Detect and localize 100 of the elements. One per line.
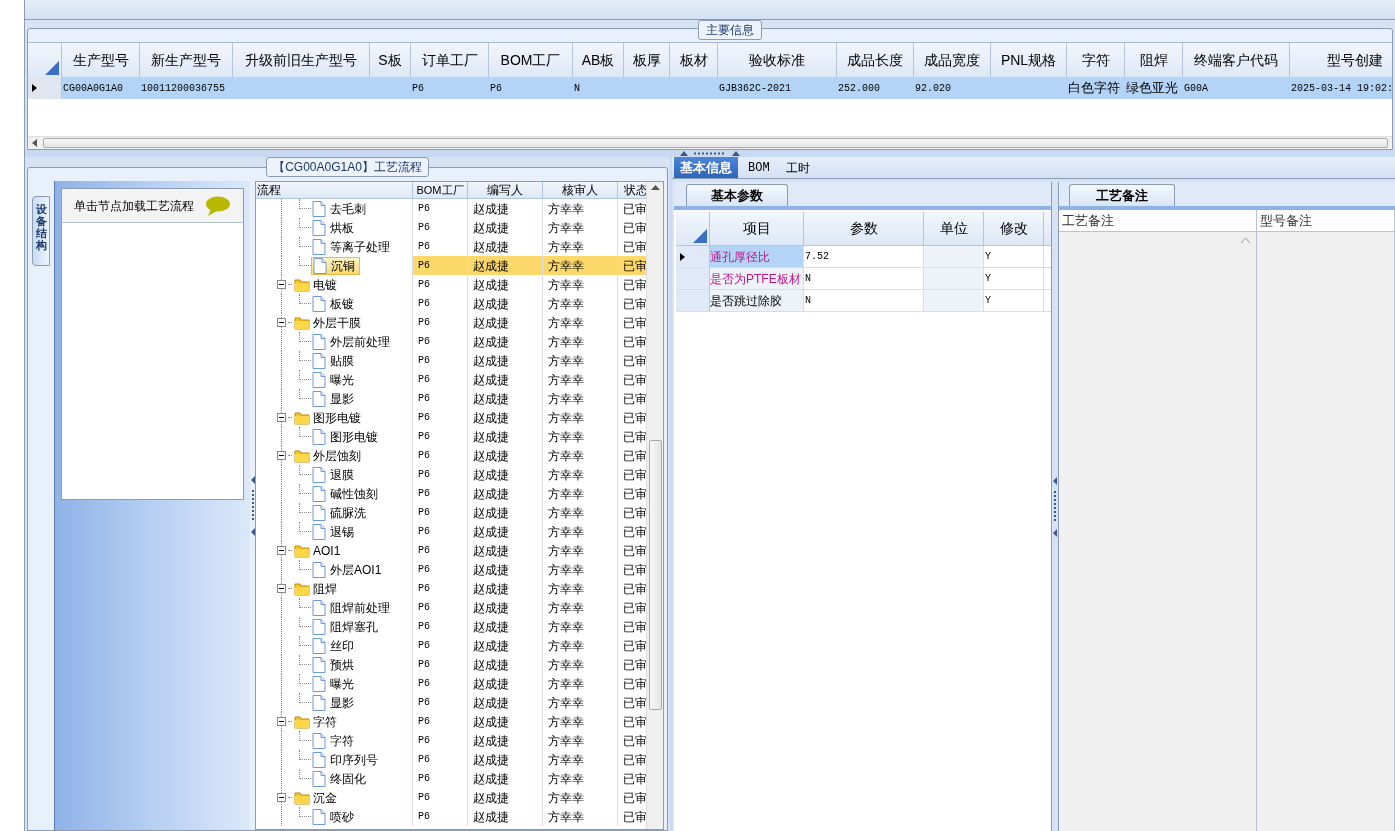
- column-header[interactable]: S板: [378, 49, 402, 71]
- tree-node[interactable]: 字符: [294, 712, 341, 731]
- tree-node[interactable]: 硫脲洗: [311, 503, 370, 522]
- collapse-icon[interactable]: [277, 584, 286, 593]
- document-icon: [313, 257, 327, 274]
- tree-node[interactable]: 外层蚀刻: [294, 446, 365, 465]
- table-cell: P6: [413, 598, 468, 617]
- tree-node[interactable]: 阻焊塞孔: [311, 617, 382, 636]
- tree-node[interactable]: 阻焊: [294, 579, 341, 598]
- tree-node[interactable]: 丝印: [311, 636, 358, 655]
- table-cell: 方幸幸: [543, 427, 618, 446]
- collapse-icon[interactable]: [277, 793, 286, 802]
- column-header[interactable]: 验收标准: [749, 49, 805, 71]
- column-header[interactable]: 核审人: [562, 182, 598, 199]
- tree-node[interactable]: 图形电镀: [294, 408, 365, 427]
- scroll-up-icon[interactable]: [650, 185, 660, 190]
- tree-node[interactable]: 图形电镀: [311, 427, 382, 446]
- tree-node[interactable]: 电镀: [294, 275, 341, 294]
- column-header[interactable]: AB板: [581, 49, 615, 71]
- tree-node[interactable]: 外层干膜: [294, 313, 365, 332]
- table-cell: 方幸幸: [543, 750, 618, 769]
- tree-node[interactable]: 曝光: [311, 370, 358, 389]
- column-header[interactable]: 参数: [849, 218, 878, 239]
- table-cell-text: N: [574, 81, 580, 96]
- column-header[interactable]: PNL规格: [1000, 49, 1057, 71]
- horizontal-scrollbar[interactable]: [28, 136, 1392, 149]
- column-header[interactable]: 成品宽度: [924, 49, 980, 71]
- document-icon: [312, 561, 326, 578]
- tree-node[interactable]: 碱性蚀刻: [311, 484, 382, 503]
- collapse-icon[interactable]: [277, 451, 286, 460]
- tab[interactable]: 基本参数: [686, 184, 788, 206]
- column-header[interactable]: BOM工厂: [500, 49, 561, 71]
- tree-node[interactable]: 板镀: [311, 294, 358, 313]
- tree-node[interactable]: 退锡: [311, 522, 358, 541]
- column-header[interactable]: 阻焊: [1139, 49, 1168, 71]
- folder-icon: [294, 448, 310, 463]
- table-cell: 方幸幸: [543, 313, 618, 332]
- collapse-icon[interactable]: [277, 413, 286, 422]
- column-header[interactable]: 修改: [999, 218, 1028, 239]
- tree-node[interactable]: 字符: [311, 731, 358, 750]
- table-cell: 方幸幸: [543, 199, 618, 218]
- column-header[interactable]: 新生产型号: [151, 49, 221, 71]
- column-header[interactable]: 订单工厂: [421, 49, 478, 71]
- splitter-grip-icon[interactable]: [250, 475, 255, 536]
- table-cell: P6: [413, 655, 468, 674]
- column-header[interactable]: 成品长度: [847, 49, 903, 71]
- tree-node[interactable]: 显影: [311, 693, 358, 712]
- folder-icon: [294, 315, 310, 330]
- table-cell: P6: [413, 674, 468, 693]
- column-header[interactable]: BOM工厂: [416, 182, 464, 199]
- scroll-left-icon[interactable]: [32, 139, 37, 147]
- splitter-grip-icon[interactable]: [680, 151, 740, 156]
- tab[interactable]: BOM: [742, 157, 776, 178]
- column-header[interactable]: 生产型号: [72, 49, 129, 71]
- tree-node[interactable]: 印序列号: [311, 750, 382, 769]
- column-header[interactable]: 单位: [939, 218, 968, 239]
- column-header[interactable]: 板材: [679, 49, 708, 71]
- tree-node[interactable]: 烘板: [311, 218, 358, 237]
- column-header[interactable]: 型号创建: [1326, 49, 1383, 71]
- collapse-icon[interactable]: [277, 717, 286, 726]
- tree-node[interactable]: 外层AOI1: [311, 560, 386, 579]
- collapse-icon[interactable]: [277, 280, 286, 289]
- tree-node[interactable]: 喷砂: [311, 807, 358, 826]
- table-cell: P6: [413, 427, 468, 446]
- tree-node[interactable]: 去毛刺: [311, 199, 370, 218]
- tree-node[interactable]: 沉铜: [311, 256, 360, 275]
- splitter-grip-icon[interactable]: [1053, 476, 1057, 537]
- row-header[interactable]: [28, 77, 62, 99]
- tree-node[interactable]: 预烘: [311, 655, 358, 674]
- column-header[interactable]: 板厚: [632, 49, 661, 71]
- table-cell: P6: [413, 370, 468, 389]
- tree-node[interactable]: 外层前处理: [311, 332, 394, 351]
- tree-node[interactable]: 退膜: [311, 465, 358, 484]
- column-header[interactable]: 编写人: [487, 182, 523, 199]
- table-cell: 方幸幸: [543, 712, 618, 731]
- tree-node[interactable]: 曝光: [311, 674, 358, 693]
- tree-node[interactable]: 阻焊前处理: [311, 598, 394, 617]
- column-header[interactable]: 项目: [742, 218, 771, 239]
- tree-node[interactable]: 等离子处理: [311, 237, 394, 256]
- table-cell: P6: [413, 256, 468, 275]
- column-header[interactable]: 流程: [257, 182, 281, 199]
- tree-node[interactable]: 终固化: [311, 769, 370, 788]
- scrollbar-thumb[interactable]: [43, 138, 1388, 148]
- vertical-scrollbar[interactable]: [646, 182, 663, 829]
- column-header[interactable]: 终端客户代码: [1194, 49, 1278, 71]
- column-header[interactable]: 升级前旧生产型号: [245, 49, 357, 71]
- collapse-icon[interactable]: [277, 318, 286, 327]
- tab[interactable]: 工时: [779, 157, 816, 178]
- tree-node[interactable]: AOI1: [294, 541, 345, 560]
- tab[interactable]: 工艺备注: [1069, 184, 1175, 206]
- row-header[interactable]: [676, 246, 710, 267]
- scrollbar-thumb[interactable]: [648, 440, 662, 710]
- collapse-icon[interactable]: [277, 546, 286, 555]
- tree-node[interactable]: 显影: [311, 389, 358, 408]
- table-row[interactable]: CG00A0G1A0 10011200036755 P6 P6 N GJB362C-2021 252.000 92.020 白色字符 绿色亚光 G00A 2025-03-14 19:02:: [28, 77, 1392, 99]
- column-header[interactable]: 字符: [1081, 49, 1110, 71]
- tree-node[interactable]: 沉金: [294, 788, 341, 807]
- side-tab[interactable]: 设备结构: [32, 196, 50, 266]
- tree-node[interactable]: 贴膜: [311, 351, 358, 370]
- tab[interactable]: 基本信息: [674, 157, 738, 178]
